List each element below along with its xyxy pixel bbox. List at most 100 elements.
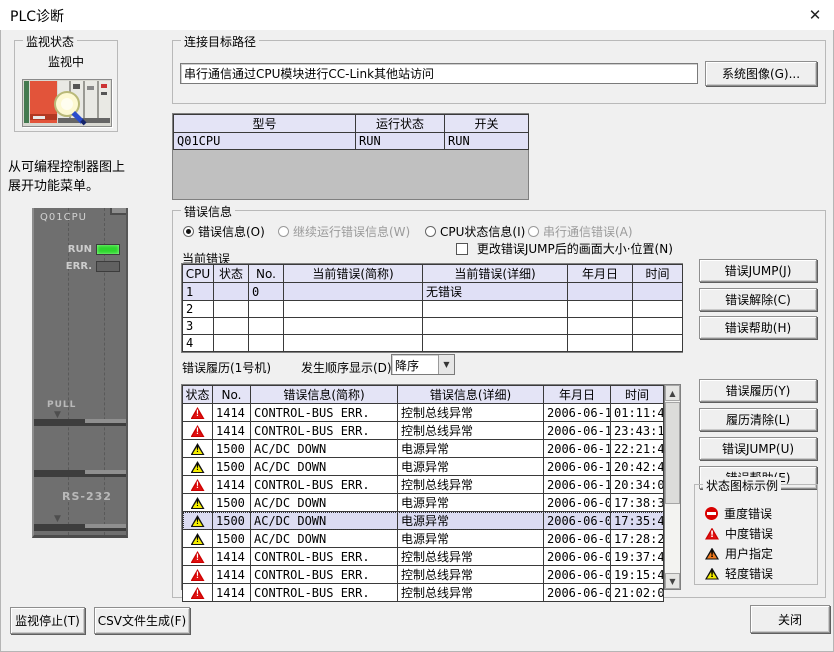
scroll-up-icon[interactable]: ▲ <box>665 385 680 401</box>
scrollbar-thumb[interactable] <box>665 402 680 504</box>
history-cell: 1414 <box>213 476 251 494</box>
history-cell: AC/DC DOWN <box>251 512 398 530</box>
legend-item: 重度错误 <box>705 505 772 522</box>
model-col-header: 型号 <box>174 115 356 133</box>
order-combobox[interactable]: 降序 ▼ <box>391 354 455 375</box>
radio-option-0[interactable]: 错误信息(O) <box>183 223 265 240</box>
err-led-icon <box>96 261 120 272</box>
history-row[interactable]: !1414CONTROL-BUS ERR.控制总线异常2006-06-0819:… <box>183 566 664 584</box>
history-row[interactable]: !1414CONTROL-BUS ERR.控制总线异常2006-06-1401:… <box>183 404 664 422</box>
plc-notch <box>110 208 126 215</box>
history-cell: 2006-06-07 <box>544 584 611 602</box>
radio-option-2[interactable]: CPU状态信息(I) <box>425 223 525 240</box>
current-error-row[interactable]: 3 <box>183 318 683 335</box>
model-cell: RUN <box>356 133 445 150</box>
history-cell: 1414 <box>213 566 251 584</box>
history-row[interactable]: !1500AC/DC DOWN电源异常2006-06-0917:38:33 <box>183 494 664 512</box>
history-col-header: 时间 <box>611 386 664 404</box>
history-col-header: No. <box>213 386 251 404</box>
history-col-header: 年月日 <box>544 386 611 404</box>
history-row[interactable]: !1500AC/DC DOWN电源异常2006-06-1122:21:48 <box>183 440 664 458</box>
history-cell: 1500 <box>213 458 251 476</box>
history-row[interactable]: !1414CONTROL-BUS ERR.控制总线异常2006-06-1120:… <box>183 476 664 494</box>
cpu-model-table[interactable]: 型号运行状态开关Q01CPURUNRUN <box>173 114 529 150</box>
hint-line-1: 从可编程控制器图上 <box>8 158 174 177</box>
close-button[interactable]: 关闭 <box>750 605 830 633</box>
legend-item: !用户指定 <box>705 545 773 562</box>
rs232-port-label: RS-232 <box>62 490 112 503</box>
pull-label: PULL <box>47 400 76 410</box>
current-button-1[interactable]: 错误解除(C) <box>699 288 817 311</box>
radio-label: 串行通信错误(A) <box>543 225 633 239</box>
current-button-0[interactable]: 错误JUMP(J) <box>699 259 817 282</box>
order-combobox-value: 降序 <box>392 355 438 374</box>
current-error-cell <box>568 318 633 335</box>
plc-module-image[interactable]: Q01CPU RUN ERR. PULL ▼ RS-232 ▼ <box>32 208 128 538</box>
jump-resize-checkbox-row[interactable]: 更改错误JUMP后的画面大小·位置(N) <box>456 240 673 257</box>
history-button-0[interactable]: 错误履历(Y) <box>699 379 817 402</box>
legend-item-label: 重度错误 <box>724 505 772 522</box>
history-button-1[interactable]: 履历清除(L) <box>699 408 817 431</box>
current-error-cell <box>214 318 249 335</box>
current-error-table-wrap: CPU状态No.当前错误(简称)当前错误(详细)年月日时间10无错误234 <box>181 263 683 353</box>
jump-resize-checkbox[interactable] <box>456 243 468 255</box>
radio-icon <box>528 226 539 237</box>
connection-path-input[interactable] <box>180 63 698 84</box>
monitor-status-group-label: 监视状态 <box>23 33 77 50</box>
current-error-cell <box>284 301 423 318</box>
system-image-button[interactable]: 系统图像(G)... <box>705 61 817 86</box>
history-col-header: 错误信息(简称) <box>251 386 398 404</box>
close-icon[interactable]: ✕ <box>798 0 832 29</box>
history-cell: 控制总线异常 <box>398 422 544 440</box>
history-cell: 2006-06-14 <box>544 404 611 422</box>
monitor-status-group: 监视状态 监视中 <box>14 40 118 132</box>
model-row[interactable]: Q01CPURUNRUN <box>174 133 529 150</box>
status-icon-legend-label: 状态图标示例 <box>703 477 781 494</box>
history-button-2[interactable]: 错误JUMP(U) <box>699 437 817 460</box>
current-error-cell <box>249 318 284 335</box>
err-led-label: ERR. <box>66 261 92 272</box>
severity-yellow-triangle-icon: ! <box>191 497 205 509</box>
current-error-cell <box>214 283 249 301</box>
history-row[interactable]: !1414CONTROL-BUS ERR.控制总线异常2006-06-0721:… <box>183 584 664 602</box>
history-cell: 控制总线异常 <box>398 404 544 422</box>
radio-label: 错误信息(O) <box>198 225 265 239</box>
csv-generate-button[interactable]: CSV文件生成(F) <box>94 607 190 634</box>
chevron-down-icon[interactable]: ▼ <box>438 355 454 374</box>
history-row[interactable]: !1500AC/DC DOWN电源异常2006-06-0917:35:49 <box>183 512 664 530</box>
radio-icon[interactable] <box>425 226 436 237</box>
plc-rack-thumbnail[interactable] <box>22 79 112 127</box>
current-col-header: 当前错误(详细) <box>423 265 568 283</box>
plc-rack-thumbnail-image <box>23 80 111 126</box>
radio-icon[interactable] <box>183 226 194 237</box>
history-cell: 1500 <box>213 512 251 530</box>
legend-item-label: 轻度错误 <box>725 565 773 582</box>
current-error-table[interactable]: CPU状态No.当前错误(简称)当前错误(详细)年月日时间10无错误234 <box>182 264 683 352</box>
run-led-icon <box>96 244 120 255</box>
scroll-down-icon[interactable]: ▼ <box>665 573 680 589</box>
history-row[interactable]: !1500AC/DC DOWN电源异常2006-06-0917:28:20 <box>183 530 664 548</box>
history-cell: 电源异常 <box>398 440 544 458</box>
severity-yellow-triangle-icon: ! <box>191 533 205 545</box>
cpu-model-table-wrap: 型号运行状态开关Q01CPURUNRUN <box>172 113 529 200</box>
severity-red-triangle-icon: ! <box>191 587 205 599</box>
history-row[interactable]: !1500AC/DC DOWN电源异常2006-06-1120:42:40 <box>183 458 664 476</box>
current-error-row[interactable]: 4 <box>183 335 683 352</box>
error-history-table[interactable]: 状态No.错误信息(简称)错误信息(详细)年月日时间!1414CONTROL-B… <box>182 385 664 602</box>
current-error-row[interactable]: 2 <box>183 301 683 318</box>
history-scrollbar[interactable]: ▲ ▼ <box>664 385 680 589</box>
current-error-cell: 1 <box>183 283 214 301</box>
history-row[interactable]: !1414CONTROL-BUS ERR.控制总线异常2006-06-0819:… <box>183 548 664 566</box>
monitor-stop-button[interactable]: 监视停止(T) <box>10 607 85 634</box>
history-cell: 20:42:40 <box>611 458 664 476</box>
history-cell: 控制总线异常 <box>398 584 544 602</box>
current-error-cell: 无错误 <box>423 283 568 301</box>
history-row[interactable]: !1414CONTROL-BUS ERR.控制总线异常2006-06-1323:… <box>183 422 664 440</box>
history-cell: AC/DC DOWN <box>251 494 398 512</box>
legend-item: !中度错误 <box>705 525 773 542</box>
severity-yellow-triangle-icon: ! <box>191 461 205 473</box>
radio-label: 继续运行错误信息(W) <box>293 225 410 239</box>
current-error-row[interactable]: 10无错误 <box>183 283 683 301</box>
current-button-2[interactable]: 错误帮助(H) <box>699 316 817 339</box>
radio-label: CPU状态信息(I) <box>440 225 525 239</box>
